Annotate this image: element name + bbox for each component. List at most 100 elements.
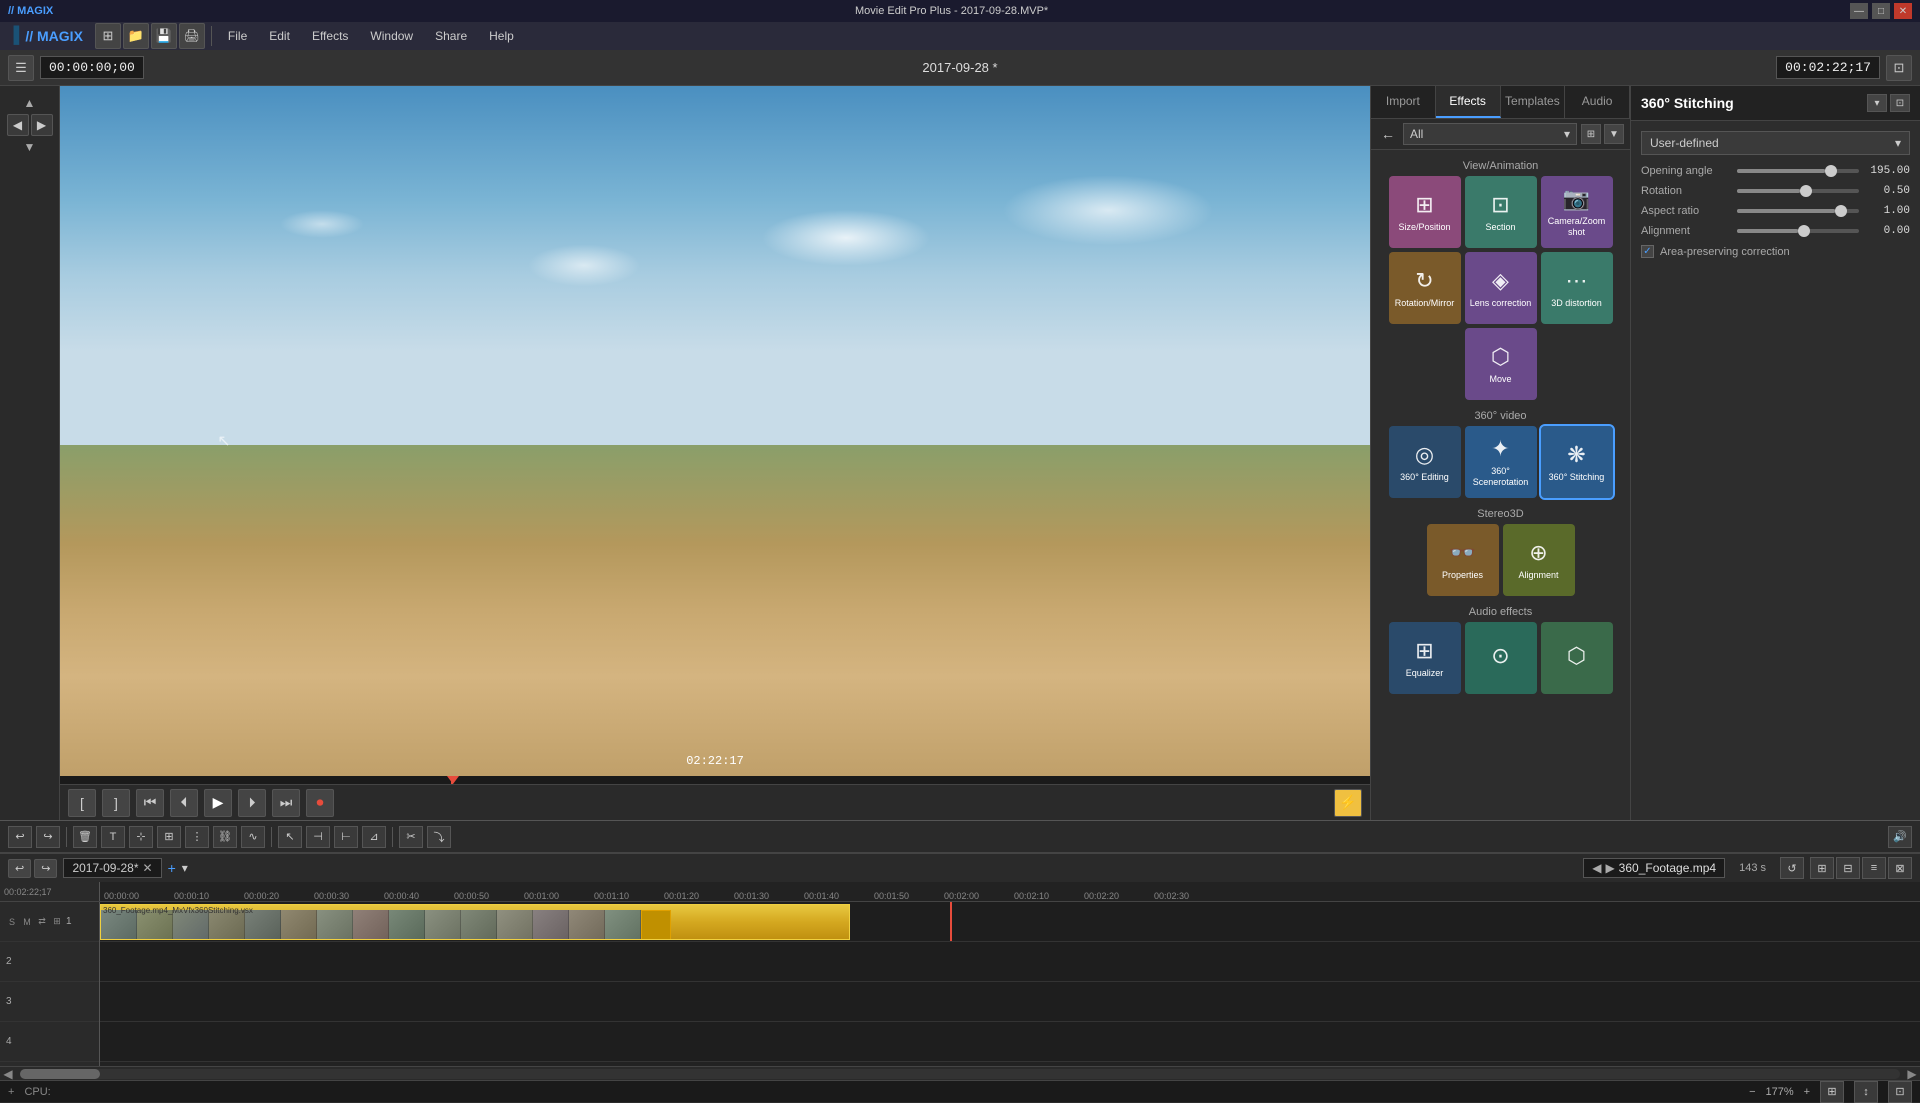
- track-1-s-btn[interactable]: S: [6, 917, 18, 927]
- effect-360-editing[interactable]: ◎ 360° Editing: [1389, 426, 1461, 498]
- effects-back-button[interactable]: ←: [1377, 124, 1399, 144]
- toolbar-icon-2[interactable]: 📁: [123, 23, 149, 49]
- menu-share[interactable]: Share: [425, 26, 477, 46]
- normalize-button[interactable]: ↕: [1854, 1081, 1878, 1103]
- add-track-button[interactable]: +: [8, 1086, 14, 1098]
- timeline-refresh-button[interactable]: ↺: [1780, 857, 1804, 879]
- link-tool[interactable]: ⛓: [213, 826, 237, 848]
- timeline-forward-button[interactable]: ↪: [34, 859, 57, 878]
- minimize-button[interactable]: —: [1850, 3, 1868, 19]
- text-tool[interactable]: T: [101, 826, 125, 848]
- close-button[interactable]: ✕: [1894, 3, 1912, 19]
- live-recording-button[interactable]: ⚡: [1334, 789, 1362, 817]
- snap-tool[interactable]: ⊹: [129, 826, 153, 848]
- effect-360-stitching[interactable]: ❋ 360° Stitching: [1541, 426, 1613, 498]
- rotation-slider[interactable]: [1737, 189, 1859, 193]
- goto-mark-out-button[interactable]: ⏭: [272, 789, 300, 817]
- nav-down-button[interactable]: ▼: [24, 140, 36, 154]
- step-forward-button[interactable]: ⏵: [238, 789, 266, 817]
- clip-360footage[interactable]: 360_Footage.mp4_MxVfx360Stitching.vsx: [100, 904, 850, 940]
- path-nav-forward[interactable]: ▶: [1605, 861, 1614, 875]
- fullscreen-button[interactable]: ⊡: [1886, 55, 1912, 81]
- scroll-right-button[interactable]: ▶: [1904, 1067, 1920, 1081]
- alignment-slider[interactable]: [1737, 229, 1859, 233]
- effect-properties[interactable]: 👓 Properties: [1427, 524, 1499, 596]
- zoom-out-button[interactable]: −: [1749, 1086, 1755, 1098]
- record-button[interactable]: ⏺: [306, 789, 334, 817]
- goto-mark-in-button[interactable]: ⏮: [136, 789, 164, 817]
- toolbar-icon-1[interactable]: ⊞: [95, 23, 121, 49]
- nav-left-button[interactable]: ◀: [7, 114, 29, 136]
- track-1-m-btn[interactable]: M: [21, 917, 33, 927]
- effect-360-scenerotation[interactable]: ✦ 360° Scenerotation: [1465, 426, 1537, 498]
- view-btn-4[interactable]: ⊠: [1888, 857, 1912, 879]
- tab-audio[interactable]: Audio: [1565, 86, 1630, 118]
- roll-tool[interactable]: ⊿: [362, 826, 386, 848]
- track-1-eq-btn[interactable]: ⊞: [51, 916, 63, 927]
- menu-edit[interactable]: Edit: [259, 26, 300, 46]
- area-preserving-checkbox[interactable]: ✓: [1641, 245, 1654, 258]
- scroll-thumb[interactable]: [20, 1069, 100, 1079]
- split-tool[interactable]: ✂: [399, 826, 423, 848]
- menu-effects[interactable]: Effects: [302, 26, 358, 46]
- menu-file[interactable]: File: [218, 26, 257, 46]
- progress-bar[interactable]: [60, 776, 1370, 784]
- effect-move[interactable]: ⬡ Move: [1465, 328, 1537, 400]
- step-back-button[interactable]: ⏴: [170, 789, 198, 817]
- project-close-button[interactable]: ✕: [143, 861, 153, 875]
- menu-help[interactable]: Help: [479, 26, 524, 46]
- toolbar-icon-3[interactable]: 💾: [151, 23, 177, 49]
- opening-angle-slider[interactable]: [1737, 169, 1859, 173]
- track-1-arrow-btn[interactable]: ⇄: [36, 916, 48, 927]
- fullscreen-status-button[interactable]: ⊡: [1888, 1081, 1912, 1103]
- properties-expand-button[interactable]: ⊡: [1890, 94, 1910, 112]
- play-pause-button[interactable]: ▶: [204, 789, 232, 817]
- effects-tool[interactable]: ⋮: [185, 826, 209, 848]
- ripple-tool[interactable]: ⊢: [334, 826, 358, 848]
- delete-tool[interactable]: 🗑: [73, 826, 97, 848]
- tab-templates[interactable]: Templates: [1501, 86, 1566, 118]
- toolbar-icon-4[interactable]: 🖨: [179, 23, 205, 49]
- view-btn-1[interactable]: ⊞: [1810, 857, 1834, 879]
- tab-import[interactable]: Import: [1371, 86, 1436, 118]
- aspect-ratio-slider[interactable]: [1737, 209, 1859, 213]
- scroll-track[interactable]: [20, 1069, 1900, 1079]
- effect-alignment[interactable]: ⊕ Alignment: [1503, 524, 1575, 596]
- timeline-back-button[interactable]: ↩: [8, 859, 31, 878]
- project-dropdown-button[interactable]: ▾: [182, 861, 188, 875]
- zoom-in-button[interactable]: +: [1804, 1086, 1810, 1098]
- maximize-button[interactable]: □: [1872, 3, 1890, 19]
- view-btn-2[interactable]: ⊟: [1836, 857, 1860, 879]
- effect-rotation-mirror[interactable]: ↻ Rotation/Mirror: [1389, 252, 1461, 324]
- menu-toggle-button[interactable]: ☰: [8, 55, 34, 81]
- tab-effects[interactable]: Effects: [1436, 86, 1501, 118]
- scroll-left-button[interactable]: ◀: [0, 1067, 16, 1081]
- insert-tool[interactable]: ⤵: [427, 826, 451, 848]
- redo-tool[interactable]: ↪: [36, 826, 60, 848]
- trim-tool[interactable]: ⊣: [306, 826, 330, 848]
- effect-equalizer[interactable]: ⊞ Equalizer: [1389, 622, 1461, 694]
- undo-tool[interactable]: ↩: [8, 826, 32, 848]
- effects-view-btn-1[interactable]: ⊞: [1581, 124, 1601, 144]
- nav-up-button[interactable]: ▲: [24, 96, 36, 110]
- effect-section[interactable]: ⊡ Section: [1465, 176, 1537, 248]
- effect-size-position[interactable]: ⊞ Size/Position: [1389, 176, 1461, 248]
- mark-out-button[interactable]: ]: [102, 789, 130, 817]
- volume-tool[interactable]: 🔊: [1888, 826, 1912, 848]
- curve-tool[interactable]: ∿: [241, 826, 265, 848]
- group-tool[interactable]: ⊞: [157, 826, 181, 848]
- nav-right-button[interactable]: ▶: [31, 114, 53, 136]
- properties-collapse-button[interactable]: ▾: [1867, 94, 1887, 112]
- effect-lens-correction[interactable]: ◈ Lens correction: [1465, 252, 1537, 324]
- mark-in-button[interactable]: [: [68, 789, 96, 817]
- path-nav-back[interactable]: ◀: [1592, 861, 1601, 875]
- effects-view-btn-2[interactable]: ▼: [1604, 124, 1624, 144]
- fit-timeline-button[interactable]: ⊞: [1820, 1081, 1844, 1103]
- effect-3d-distortion[interactable]: ⋯ 3D distortion: [1541, 252, 1613, 324]
- pointer-tool[interactable]: ↖: [278, 826, 302, 848]
- effect-audio-3[interactable]: ⬡: [1541, 622, 1613, 694]
- add-project-button[interactable]: +: [168, 860, 176, 876]
- effects-filter-dropdown[interactable]: All ▾: [1403, 123, 1577, 145]
- preset-dropdown[interactable]: User-defined ▾: [1641, 131, 1910, 155]
- view-btn-3[interactable]: ≡: [1862, 857, 1886, 879]
